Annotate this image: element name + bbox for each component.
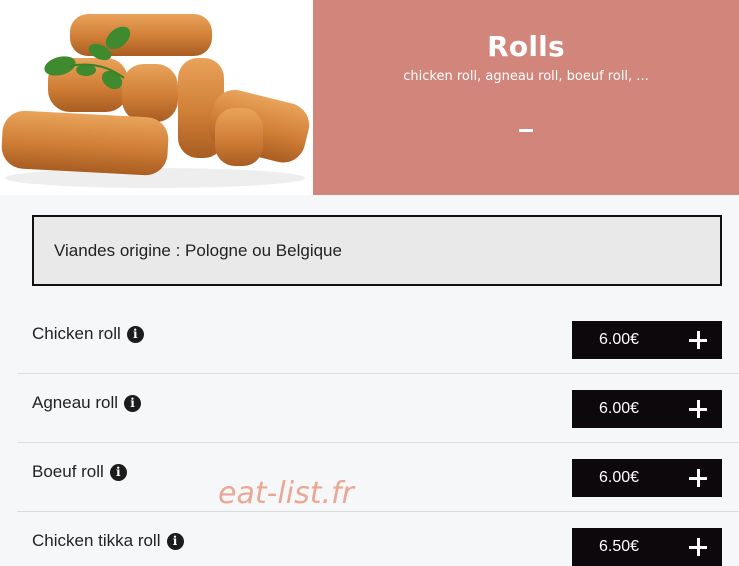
add-to-cart-button[interactable]: 6.00€ (572, 321, 722, 359)
category-title: Rolls (487, 30, 565, 63)
add-to-cart-button[interactable]: 6.00€ (572, 459, 722, 497)
item-name: Boeuf roll (32, 462, 104, 481)
category-banner: Rolls chicken roll, agneau roll, boeuf r… (313, 0, 739, 195)
info-circle-icon[interactable] (126, 325, 144, 343)
plus-icon (689, 400, 707, 418)
info-circle-icon[interactable] (109, 463, 127, 481)
menu-item: Chicken roll 6.00€ (17, 305, 739, 374)
item-label: Chicken tikka roll (32, 531, 184, 551)
collapse-toggle[interactable] (519, 129, 533, 132)
item-name: Chicken roll (32, 324, 121, 343)
item-price: 6.00€ (599, 400, 640, 417)
watermark: eat-list.fr (218, 476, 354, 511)
menu-item: Agneau roll 6.00€ (17, 374, 739, 443)
plus-icon (689, 469, 707, 487)
add-to-cart-button[interactable]: 6.50€ (572, 528, 722, 566)
item-name: Chicken tikka roll (32, 531, 161, 550)
item-label: Boeuf roll (32, 462, 127, 482)
item-name: Agneau roll (32, 393, 119, 412)
plus-icon (689, 538, 707, 556)
category-photo (0, 0, 313, 195)
origin-notice: Viandes origine : Pologne ou Belgique (32, 215, 722, 286)
category-header: Rolls chicken roll, agneau roll, boeuf r… (0, 0, 739, 195)
menu-item: Chicken tikka roll 6.50€ (17, 512, 739, 566)
item-label: Chicken roll (32, 324, 144, 344)
info-circle-icon[interactable] (166, 532, 184, 550)
plus-icon (689, 331, 707, 349)
item-price: 6.00€ (599, 331, 640, 348)
item-price: 6.00€ (599, 469, 640, 486)
item-label: Agneau roll (32, 393, 142, 413)
origin-notice-text: Viandes origine : Pologne ou Belgique (54, 240, 342, 260)
menu-item: Boeuf roll 6.00€ (17, 443, 739, 512)
add-to-cart-button[interactable]: 6.00€ (572, 390, 722, 428)
item-price: 6.50€ (599, 538, 640, 555)
info-circle-icon[interactable] (124, 394, 142, 412)
menu-list: Chicken roll 6.00€ Agneau roll 6.00€ Boe… (17, 305, 739, 566)
category-subtitle: chicken roll, agneau roll, boeuf roll, .… (403, 69, 649, 84)
